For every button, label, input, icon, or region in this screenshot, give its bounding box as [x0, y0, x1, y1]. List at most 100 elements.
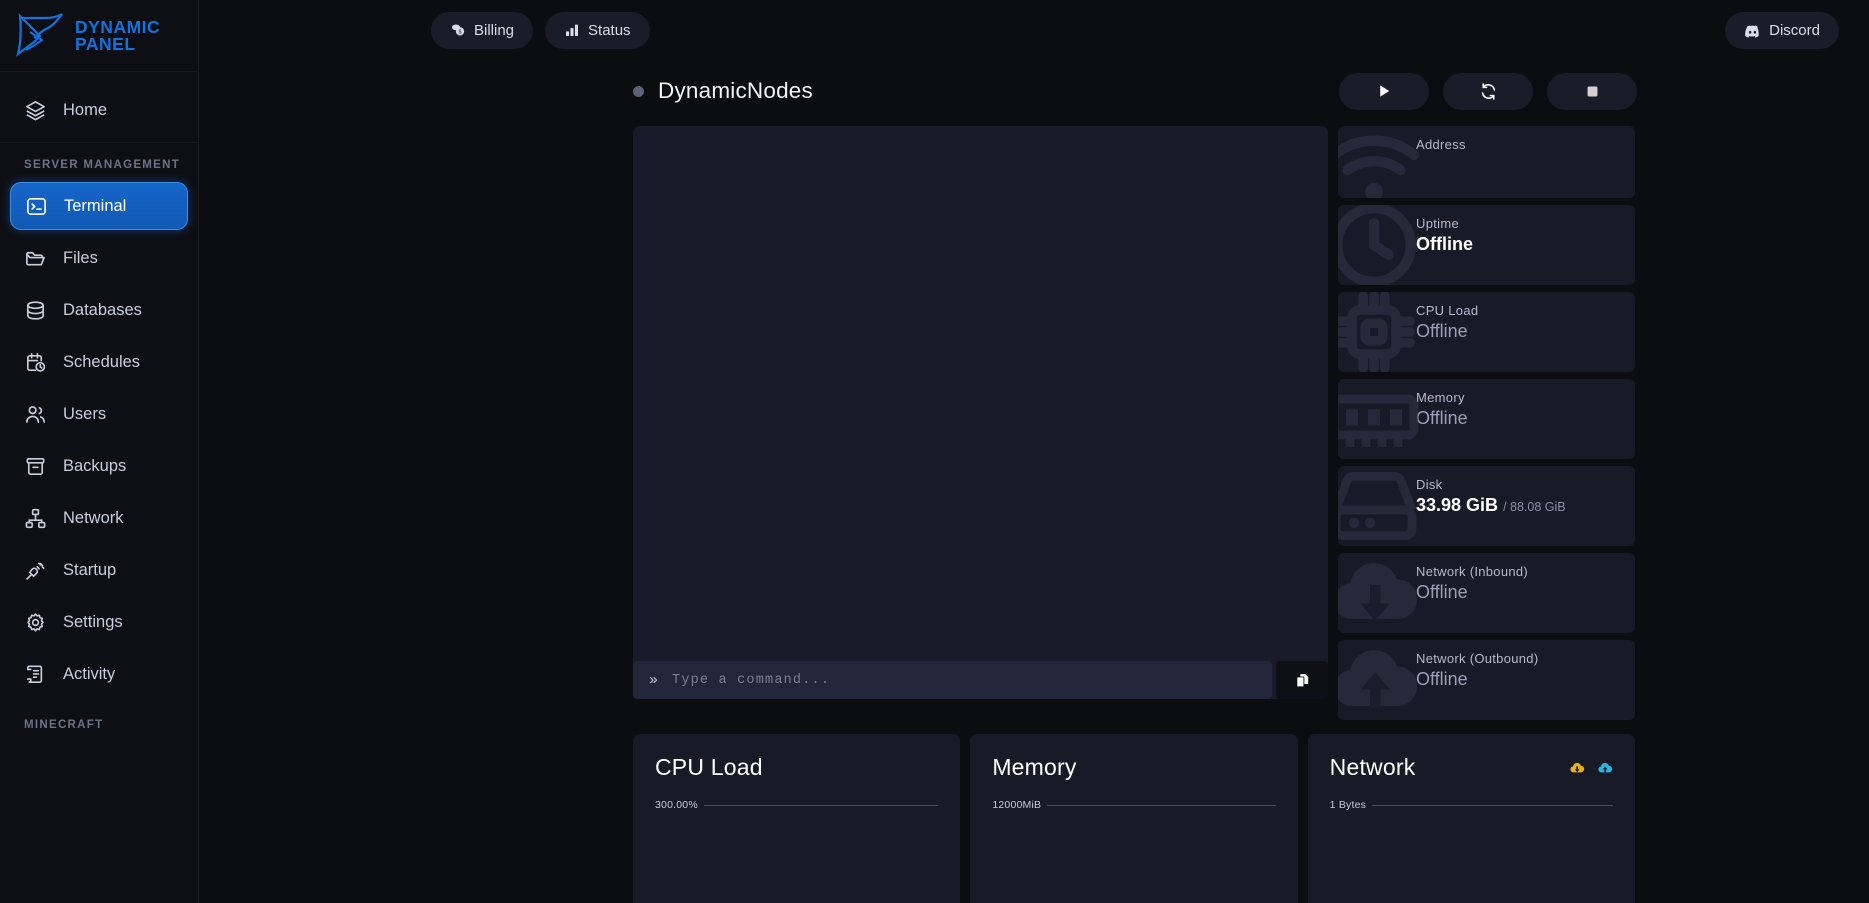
console-output[interactable] [633, 126, 1328, 659]
chart-legend-network [1569, 760, 1613, 776]
stat-card-network-inbound[interactable]: Network (Inbound) Offline [1338, 553, 1635, 633]
stat-card-network-outbound[interactable]: Network (Outbound) Offline [1338, 640, 1635, 720]
brand-logo[interactable]: DYNAMIC PANEL [0, 0, 198, 72]
stat-card-cpu-load[interactable]: CPU Load Offline [1338, 292, 1635, 372]
sidebar-item-schedules[interactable]: Schedules [10, 339, 188, 386]
command-input-wrapper[interactable]: » [633, 661, 1272, 699]
stat-label-address: Address [1416, 137, 1466, 152]
chart-card-memory: Memory 12000MiB [970, 734, 1298, 903]
sidebar-group-minecraft: MINECRAFT [24, 719, 104, 731]
sidebar-item-activity[interactable]: Activity [10, 651, 188, 698]
chart-plot-memory: 12000MiB [992, 799, 1276, 903]
stat-card-memory[interactable]: Memory Offline [1338, 379, 1635, 459]
cloud-download-icon [1338, 563, 1418, 621]
database-icon [27, 301, 44, 320]
sidebar-item-databases-label: Databases [63, 301, 142, 319]
network-inbound-legend-icon[interactable] [1569, 760, 1585, 776]
sidebar: DYNAMIC PANEL Home SERVER MANAGEMENT Ter… [0, 0, 199, 903]
brand-line-1: DYNAMIC [75, 16, 161, 37]
chart-title-network: Network [1329, 754, 1416, 780]
cpu-icon [1338, 292, 1415, 372]
chart-axis-network: 1 Bytes [1330, 799, 1613, 811]
brand-text: DYNAMIC PANEL [75, 16, 161, 54]
stat-card-uptime[interactable]: Uptime Offline [1338, 205, 1635, 285]
stat-value-disk-used: 33.98 GiB [1416, 495, 1499, 515]
sidebar-item-activity-label: Activity [63, 665, 116, 683]
charts-row: CPU Load 300.00% Memory 12000MiB Network… [633, 734, 1635, 903]
stat-value-disk: 33.98 GiB / 88.08 GiB [1416, 495, 1635, 516]
stat-label-memory: Memory [1416, 390, 1465, 405]
archive-icon [26, 458, 45, 475]
sidebar-nav: Home SERVER MANAGEMENT Terminal Files Da… [0, 72, 198, 737]
sidebar-item-users[interactable]: Users [10, 391, 188, 438]
stat-value-network-inbound: Offline [1416, 582, 1468, 602]
command-bar: » [633, 661, 1328, 699]
prompt-chevrons-icon: » [649, 671, 659, 689]
layers-icon [26, 101, 45, 121]
sidebar-item-network-label: Network [63, 509, 124, 527]
bar-chart-icon [566, 24, 579, 36]
chart-header-memory: Memory [992, 754, 1275, 781]
power-controls [1339, 72, 1637, 110]
chart-title-memory: Memory [992, 754, 1077, 780]
clock-icon [1338, 205, 1416, 285]
sidebar-item-startup[interactable]: Startup [10, 547, 188, 594]
sidebar-item-network[interactable]: Network [10, 495, 188, 542]
terminal-icon [27, 197, 46, 215]
sidebar-item-home[interactable]: Home [10, 87, 188, 134]
wifi-icon [1338, 135, 1420, 198]
svg-text:$: $ [459, 30, 462, 36]
copy-icon [1295, 673, 1308, 687]
chart-card-cpu-load: CPU Load 300.00% [633, 734, 961, 903]
memory-icon [1338, 394, 1419, 447]
billing-button[interactable]: $ Billing [431, 11, 534, 49]
chart-header-network: Network [1330, 754, 1613, 781]
stop-button[interactable] [1547, 72, 1637, 110]
brand-line-2: PANEL [75, 33, 136, 54]
console-panel: » [633, 126, 1328, 699]
scroll-icon [26, 665, 43, 683]
copy-console-button[interactable] [1276, 661, 1328, 699]
sidebar-item-databases[interactable]: Databases [10, 287, 188, 334]
stat-label-network-inbound: Network (Inbound) [1416, 564, 1529, 579]
gear-icon [27, 613, 44, 632]
sidebar-item-backups[interactable]: Backups [10, 443, 188, 490]
stat-card-disk[interactable]: Disk 33.98 GiB / 88.08 GiB [1338, 466, 1635, 546]
start-button[interactable] [1339, 72, 1429, 110]
network-outbound-legend-icon[interactable] [1597, 760, 1613, 776]
chart-plot-network: 1 Bytes [1330, 799, 1613, 903]
users-icon [26, 406, 45, 423]
sidebar-item-schedules-label: Schedules [63, 353, 141, 371]
server-header: DynamicNodes [199, 60, 1869, 112]
chart-axis-memory: 12000MiB [992, 799, 1276, 811]
restart-button[interactable] [1443, 72, 1533, 110]
dynamic-panel-bird-icon [16, 12, 63, 57]
discord-button[interactable]: Discord [1725, 11, 1839, 49]
chart-header-cpu-load: CPU Load [655, 754, 938, 781]
stat-card-address[interactable]: Address [1338, 126, 1635, 198]
network-icon [25, 508, 46, 529]
server-status-dot [633, 85, 644, 97]
status-button[interactable]: Status [545, 11, 650, 49]
coins-icon: $ [452, 24, 465, 36]
sidebar-item-home-label: Home [63, 101, 108, 119]
plug-icon [26, 562, 45, 580]
sidebar-item-settings[interactable]: Settings [10, 599, 188, 646]
folder-icon [26, 251, 45, 266]
harddrive-icon [1338, 471, 1417, 540]
stat-value-cpu-load: Offline [1416, 321, 1468, 341]
main-content: $ Billing Status Discord DynamicNodes » … [199, 0, 1869, 903]
command-input[interactable] [672, 672, 1256, 688]
sidebar-item-files[interactable]: Files [10, 235, 188, 282]
stat-value-memory: Offline [1416, 408, 1468, 428]
sidebar-item-terminal-label: Terminal [64, 196, 127, 215]
sidebar-item-terminal[interactable]: Terminal [10, 182, 188, 230]
stat-label-cpu-load: CPU Load [1416, 303, 1479, 318]
server-name: DynamicNodes [658, 78, 813, 103]
stat-cards: Address Uptime Offline CPU Load Offline … [1338, 126, 1635, 720]
billing-label: Billing [474, 21, 515, 39]
cloud-upload-icon [1338, 650, 1418, 708]
restart-icon [1481, 82, 1495, 100]
stat-value-uptime: Offline [1416, 234, 1473, 254]
calendar-clock-icon [27, 353, 46, 372]
